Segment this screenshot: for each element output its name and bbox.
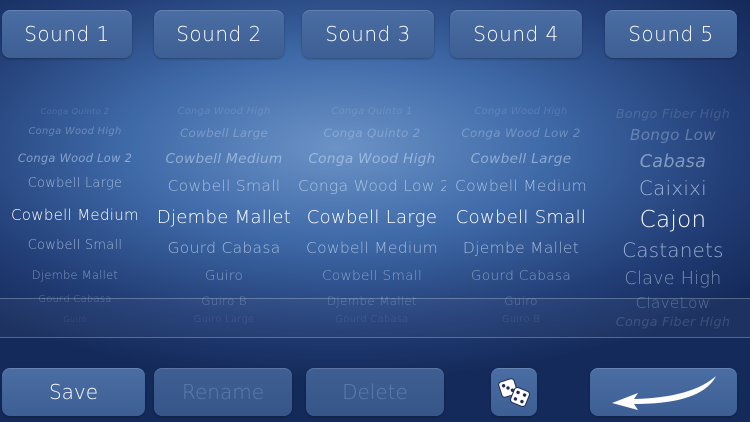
picker-item[interactable]: Cowbell Small [298,268,446,286]
picker-item[interactable]: Guiro [150,268,298,286]
picker-item[interactable]: Castanets [596,238,750,264]
picker-selected-item[interactable]: Cowbell Small [446,206,596,229]
bottom-toolbar: Save Rename Delete [0,368,750,416]
picker-item[interactable]: Conga Quinto 2 [0,106,150,117]
picker-item[interactable]: Caixixi [596,176,750,202]
picker-item[interactable]: Gourd Cabasa [0,294,150,307]
picker-column-3[interactable]: Conga Quinto 1 Conga Quinto 2 Conga Wood H… [298,98,446,338]
picker-column-2[interactable]: Conga Wood High Cowbell Large Cowbell Medi… [150,98,298,338]
picker-item[interactable]: Cowbell Small [0,238,150,255]
picker-selected-item[interactable]: Cowbell Medium [0,206,150,226]
picker-item[interactable]: Cowbell Large [0,176,150,193]
picker-item[interactable]: Guiro B [150,294,298,309]
tab-sound-1[interactable]: Sound 1 [2,10,132,58]
tab-sound-5[interactable]: Sound 5 [605,10,737,58]
sound-picker[interactable]: Conga Quinto 2 Conga Wood High Conga Wood … [0,98,750,338]
picker-column-1[interactable]: Conga Quinto 2 Conga Wood High Conga Wood … [0,98,150,338]
back-arrow-icon [611,376,716,410]
tab-sound-2[interactable]: Sound 2 [154,10,284,58]
picker-column-5[interactable]: Bongo Fiber High Bongo Low Cabasa Caixixi Ca… [596,98,750,338]
back-button[interactable] [590,368,737,416]
picker-column-4[interactable]: Conga Wood High Conga Wood Low 2 Cowbell L… [446,98,596,338]
picker-selected-item[interactable]: Cowbell Large [298,206,446,229]
picker-item[interactable]: Cowbell Large [150,126,298,141]
picker-item[interactable]: Gourd Cabasa [150,238,298,258]
picker-item[interactable]: ClaveLow [596,294,750,314]
picker-item[interactable]: Conga Fiber High [596,314,750,330]
picker-item[interactable]: Djembe Mallet [298,294,446,309]
picker-item[interactable]: Conga Wood Low 2 [298,176,446,196]
picker-item[interactable]: Cowbell Medium [446,176,596,196]
picker-item[interactable]: Conga Wood High [446,106,596,119]
picker-item[interactable]: Guiro [0,314,150,325]
delete-button[interactable]: Delete [306,368,444,416]
picker-item[interactable]: Conga Wood High [298,151,446,169]
picker-item[interactable]: Djembe Mallet [446,238,596,258]
dice-icon [498,378,531,408]
picker-item[interactable]: Conga Wood Low 2 [0,151,150,166]
picker-item[interactable]: Conga Quinto 1 [298,106,446,119]
picker-item[interactable]: Bongo Low [596,126,750,146]
save-button[interactable]: Save [2,368,145,416]
picker-item[interactable]: Guiro [446,294,596,309]
picker-item[interactable]: Cowbell Large [446,151,596,169]
dice-random-button[interactable] [491,368,537,416]
picker-item[interactable]: Gourd Cabasa [298,314,446,327]
picker-item[interactable]: Clave High [596,268,750,291]
picker-item[interactable]: Cowbell Small [150,176,298,196]
sound-tabs: Sound 1 Sound 2 Sound 3 Sound 4 Sound 5 [0,10,750,58]
picker-item[interactable]: Conga Wood Low 2 [446,126,596,141]
picker-item[interactable]: Cabasa [596,151,750,174]
tab-sound-3[interactable]: Sound 3 [302,10,434,58]
rename-button[interactable]: Rename [154,368,292,416]
picker-item[interactable]: Guiro B [446,314,596,327]
picker-item[interactable]: Cowbell Medium [150,151,298,169]
picker-selected-item[interactable]: Cajon [596,206,750,236]
picker-item[interactable]: Conga Wood High [150,106,298,119]
picker-item[interactable]: Cowbell Medium [298,238,446,258]
picker-selected-item[interactable]: Djembe Mallet [150,206,298,229]
tab-sound-4[interactable]: Sound 4 [450,10,582,58]
picker-item[interactable]: Bongo Fiber High [596,106,750,122]
picker-item[interactable]: Gourd Cabasa [446,268,596,286]
picker-item[interactable]: Djembe Mallet [0,268,150,283]
picker-item[interactable]: Conga Quinto 2 [298,126,446,141]
picker-item[interactable]: Guiro Large [150,314,298,327]
picker-item[interactable]: Conga Wood High [0,126,150,139]
